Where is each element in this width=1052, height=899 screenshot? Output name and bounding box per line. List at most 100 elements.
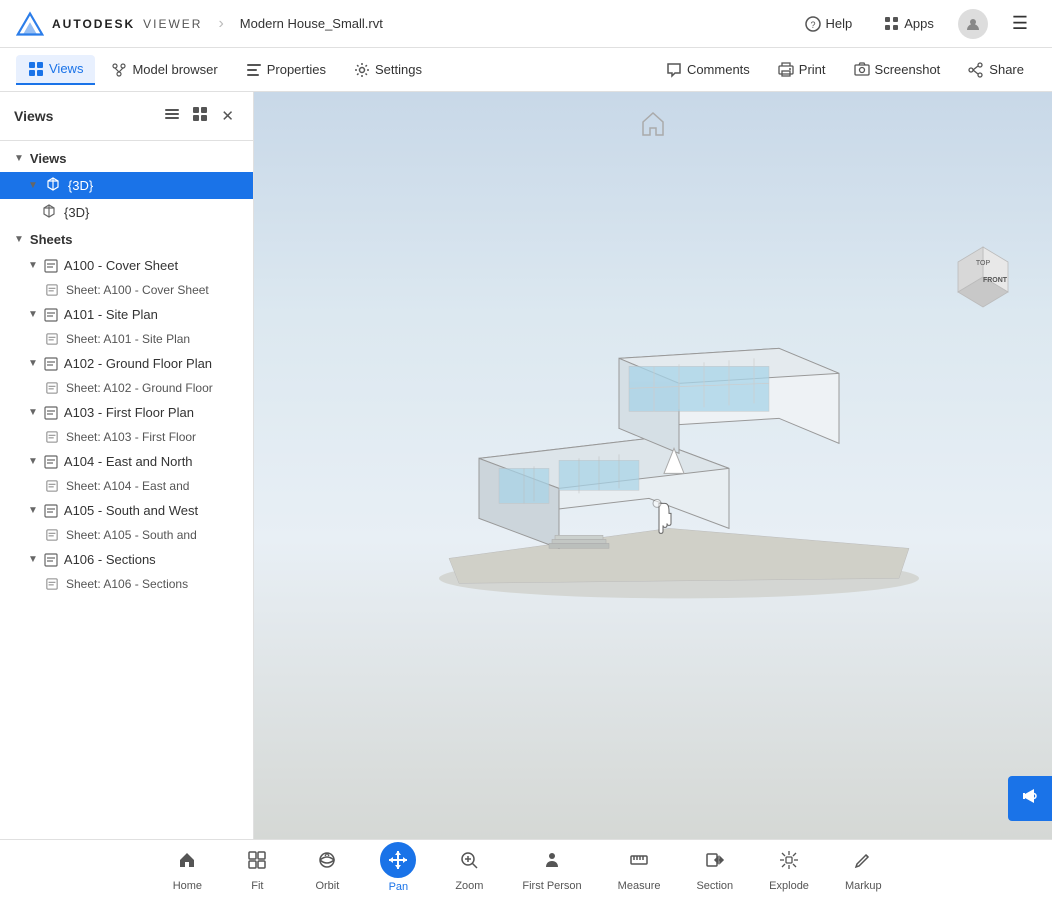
sheet-group-a106-header[interactable]: ▼ A106 - Sections	[0, 547, 253, 572]
nav-separator: ›	[218, 15, 223, 33]
fit-tool[interactable]: Fit	[222, 837, 292, 898]
a104-sub-item[interactable]: Sheet: A104 - East and	[0, 474, 253, 498]
sheet-group-a103: ▼ A103 - First Floor Plan Sheet: A103 - …	[0, 400, 253, 449]
a100-sub-label: Sheet: A100 - Cover Sheet	[66, 283, 209, 297]
share-label: Share	[989, 62, 1024, 77]
first-person-tool-icon	[535, 843, 569, 877]
active-item-chevron-icon: ▼	[28, 180, 38, 191]
sub-sheet-icon-a105	[46, 529, 58, 541]
model-browser-tab[interactable]: Model browser	[99, 56, 229, 84]
3d-active-label: {3D}	[68, 178, 93, 193]
home-tool-icon	[170, 843, 204, 877]
main-content: Views ✕ ▼ Views ▼	[0, 92, 1052, 839]
orbit-tool-label: Orbit	[315, 880, 339, 892]
a105-sub-item[interactable]: Sheet: A105 - South and	[0, 523, 253, 547]
explode-tool[interactable]: Explode	[751, 837, 827, 898]
print-button[interactable]: Print	[766, 56, 838, 84]
zoom-tool[interactable]: Zoom	[434, 837, 504, 898]
3d-inactive-label: {3D}	[64, 205, 89, 220]
a106-sub-item[interactable]: Sheet: A106 - Sections	[0, 572, 253, 596]
sidebar: Views ✕ ▼ Views ▼	[0, 92, 254, 839]
sheet-group-a100-header[interactable]: ▼ A100 - Cover Sheet	[0, 253, 253, 278]
screenshot-button[interactable]: Screenshot	[842, 56, 953, 84]
a101-chevron-icon: ▼	[28, 309, 38, 320]
sheet-icon-a101	[44, 308, 58, 322]
3d-viewport[interactable]: FRONT TOP	[254, 92, 1052, 839]
svg-text:FRONT: FRONT	[983, 277, 1008, 284]
sheet-group-a106: ▼ A106 - Sections Sheet: A106 - Sections	[0, 547, 253, 596]
share-button[interactable]: Share	[956, 56, 1036, 84]
settings-tab[interactable]: Settings	[342, 56, 434, 84]
a101-sub-item[interactable]: Sheet: A101 - Site Plan	[0, 327, 253, 351]
a102-sub-label: Sheet: A102 - Ground Floor	[66, 381, 213, 395]
views-label: Views	[49, 61, 83, 76]
pan-icon	[388, 850, 408, 870]
a105-sub-label: Sheet: A105 - South and	[66, 528, 197, 542]
a100-sub-item[interactable]: Sheet: A100 - Cover Sheet	[0, 278, 253, 302]
apps-button[interactable]: Apps	[876, 12, 942, 36]
comments-button[interactable]: Comments	[654, 56, 762, 84]
viewport-home-button[interactable]	[639, 110, 667, 141]
first-person-tool-label: First Person	[522, 880, 581, 892]
sheet-icon-a105	[44, 504, 58, 518]
toolbar-right-actions: Comments Print Screenshot	[654, 56, 1036, 84]
sheets-chevron-icon: ▼	[14, 234, 24, 245]
views-tab[interactable]: Views	[16, 55, 95, 85]
announcement-button[interactable]	[1008, 776, 1052, 821]
views-section-header[interactable]: ▼ Views	[0, 145, 253, 172]
fit-tool-label: Fit	[251, 880, 263, 892]
sheets-section-label: Sheets	[30, 232, 73, 247]
a103-sub-label: Sheet: A103 - First Floor	[66, 430, 196, 444]
sidebar-item-3d-inactive[interactable]: {3D}	[0, 199, 253, 226]
pan-tool[interactable]: Pan	[362, 836, 434, 899]
sheet-group-a104: ▼ A104 - East and North Sheet: A104 - Ea…	[0, 449, 253, 498]
comments-icon	[666, 62, 682, 78]
sheet-group-a104-header[interactable]: ▼ A104 - East and North	[0, 449, 253, 474]
comments-label: Comments	[687, 62, 750, 77]
navigation-cube[interactable]: FRONT TOP	[938, 232, 1028, 325]
sidebar-item-3d-active[interactable]: ▼ {3D}	[0, 172, 253, 199]
sheet-group-a102-header[interactable]: ▼ A102 - Ground Floor Plan	[0, 351, 253, 376]
orbit-tool[interactable]: Orbit	[292, 837, 362, 898]
properties-tab[interactable]: Properties	[234, 56, 338, 84]
a102-chevron-icon: ▼	[28, 358, 38, 369]
app-sub-text: VIEWER	[143, 17, 202, 31]
cube-outline-icon	[42, 204, 56, 221]
section-tool[interactable]: Section	[678, 837, 751, 898]
sheet-group-a105-header[interactable]: ▼ A105 - South and West	[0, 498, 253, 523]
sheets-section-header[interactable]: ▼ Sheets	[0, 226, 253, 253]
sheet-group-a103-header[interactable]: ▼ A103 - First Floor Plan	[0, 400, 253, 425]
a103-sub-item[interactable]: Sheet: A103 - First Floor	[0, 425, 253, 449]
close-sidebar-button[interactable]: ✕	[216, 104, 239, 128]
apps-label: Apps	[904, 16, 934, 31]
grid-view-button[interactable]	[188, 104, 212, 128]
list-view-button[interactable]	[160, 104, 184, 128]
first-person-tool[interactable]: First Person	[504, 837, 599, 898]
measure-icon	[629, 850, 649, 870]
secondary-toolbar: Views Model browser Properties Settings	[0, 48, 1052, 92]
sidebar-header-actions: ✕	[160, 104, 239, 128]
cube-icon	[46, 177, 60, 194]
menu-button[interactable]: ☰	[1004, 9, 1036, 38]
a102-sub-item[interactable]: Sheet: A102 - Ground Floor	[0, 376, 253, 400]
help-button[interactable]: ? Help	[797, 12, 860, 36]
markup-tool[interactable]: Markup	[827, 837, 900, 898]
sheet-icon-a106	[44, 553, 58, 567]
app-logo: AUTODESK VIEWER	[16, 10, 202, 38]
properties-icon	[246, 62, 262, 78]
views-icon	[28, 61, 44, 77]
top-nav-right-actions: ? Help Apps ☰	[797, 9, 1036, 39]
home-icon	[639, 110, 667, 138]
markup-tool-icon	[846, 843, 880, 877]
settings-icon	[354, 62, 370, 78]
nav-cube-icon: FRONT TOP	[938, 232, 1028, 322]
screenshot-icon	[854, 62, 870, 78]
orbit-tool-icon	[310, 843, 344, 877]
measure-tool[interactable]: Measure	[600, 837, 679, 898]
orbit-icon	[317, 850, 337, 870]
svg-text:?: ?	[811, 20, 816, 30]
a103-chevron-icon: ▼	[28, 407, 38, 418]
user-avatar[interactable]	[958, 9, 988, 39]
sheet-group-a101-header[interactable]: ▼ A101 - Site Plan	[0, 302, 253, 327]
home-tool[interactable]: Home	[152, 837, 222, 898]
